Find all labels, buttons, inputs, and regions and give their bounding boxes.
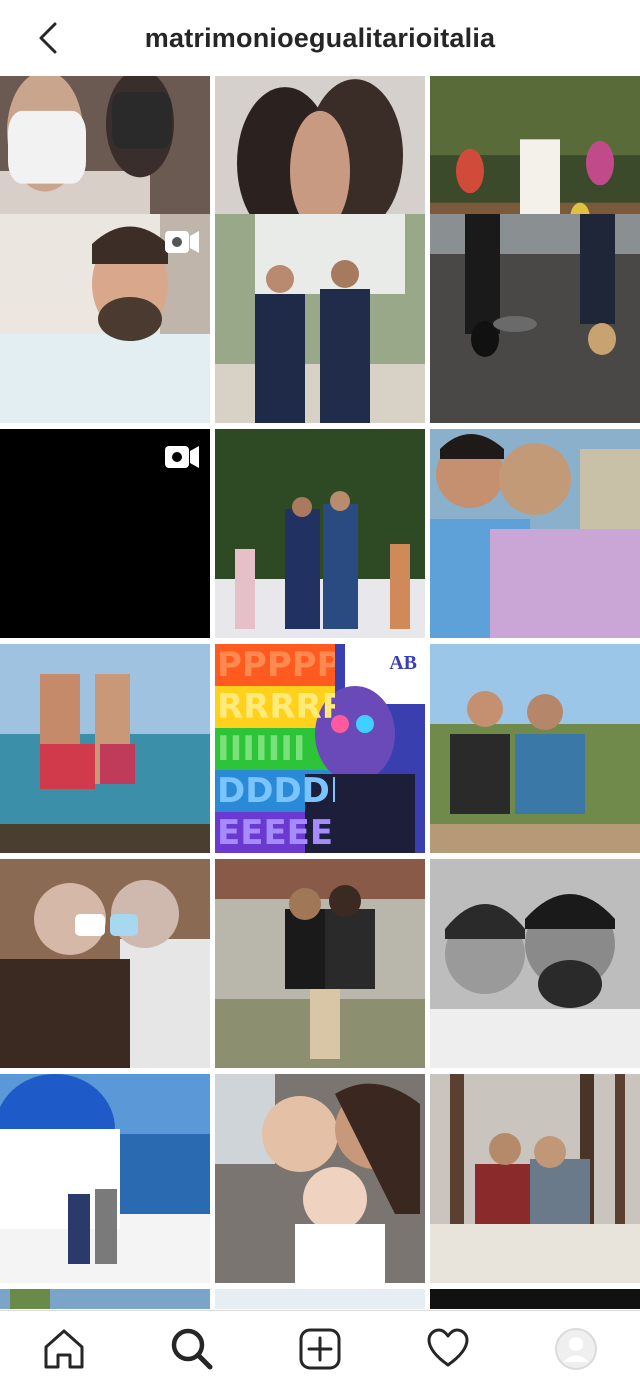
post-thumbnail[interactable] [215, 859, 425, 1068]
tab-profile[interactable] [546, 1319, 606, 1379]
avatar-icon [555, 1328, 597, 1370]
post-thumbnail[interactable] [0, 1074, 210, 1283]
post-thumbnail[interactable] [215, 1074, 425, 1283]
poster-logo: AB [389, 652, 417, 674]
post-image [430, 859, 640, 1068]
post-image [430, 1289, 640, 1309]
post-thumbnail[interactable] [215, 429, 425, 638]
post-thumbnail[interactable] [215, 1289, 425, 1309]
post-image [0, 644, 210, 853]
post-thumbnail[interactable] [430, 644, 640, 853]
post-image [430, 214, 640, 423]
search-icon [171, 1328, 213, 1370]
plus-square-icon [299, 1328, 341, 1370]
post-image [430, 644, 640, 853]
tab-search[interactable] [162, 1319, 222, 1379]
post-thumbnail[interactable] [430, 214, 640, 423]
post-image [430, 429, 640, 638]
bottom-tab-bar [0, 1310, 640, 1387]
post-image [215, 429, 425, 638]
chevron-left-icon [39, 22, 57, 54]
post-image [215, 1074, 425, 1283]
tab-create[interactable] [290, 1319, 350, 1379]
poster-letters: PPPPPPPP RRRRRR IIIIIII DDDDDD EEEEE [217, 645, 335, 853]
post-thumbnail[interactable] [430, 429, 640, 638]
post-thumbnail[interactable] [0, 644, 210, 853]
video-icon [165, 446, 199, 468]
post-image [0, 1074, 210, 1283]
back-button[interactable] [30, 20, 66, 56]
post-thumbnail[interactable] [0, 1289, 210, 1309]
tab-home[interactable] [34, 1319, 94, 1379]
home-icon [44, 1329, 84, 1369]
profile-header: matrimonioegualitarioitalia [0, 0, 640, 76]
post-thumbnail[interactable] [430, 1074, 640, 1283]
post-thumbnail[interactable] [430, 1289, 640, 1309]
post-thumbnail[interactable]: PPPPPPPP RRRRRR IIIIIII DDDDDD EEEEE AB [215, 644, 425, 853]
post-thumbnail[interactable] [0, 429, 210, 638]
post-image [430, 1074, 640, 1283]
post-image [215, 859, 425, 1068]
post-thumbnail[interactable] [215, 214, 425, 423]
post-thumbnail[interactable] [0, 214, 210, 423]
post-thumbnail[interactable] [430, 859, 640, 1068]
post-image [215, 1289, 425, 1309]
heart-icon [427, 1328, 469, 1367]
post-image [215, 214, 425, 423]
video-icon [165, 231, 199, 253]
post-thumbnail[interactable] [0, 859, 210, 1068]
tab-activity[interactable] [418, 1319, 478, 1379]
post-image [0, 1289, 210, 1309]
profile-username: matrimonioegualitarioitalia [144, 22, 496, 53]
post-image [0, 859, 210, 1068]
